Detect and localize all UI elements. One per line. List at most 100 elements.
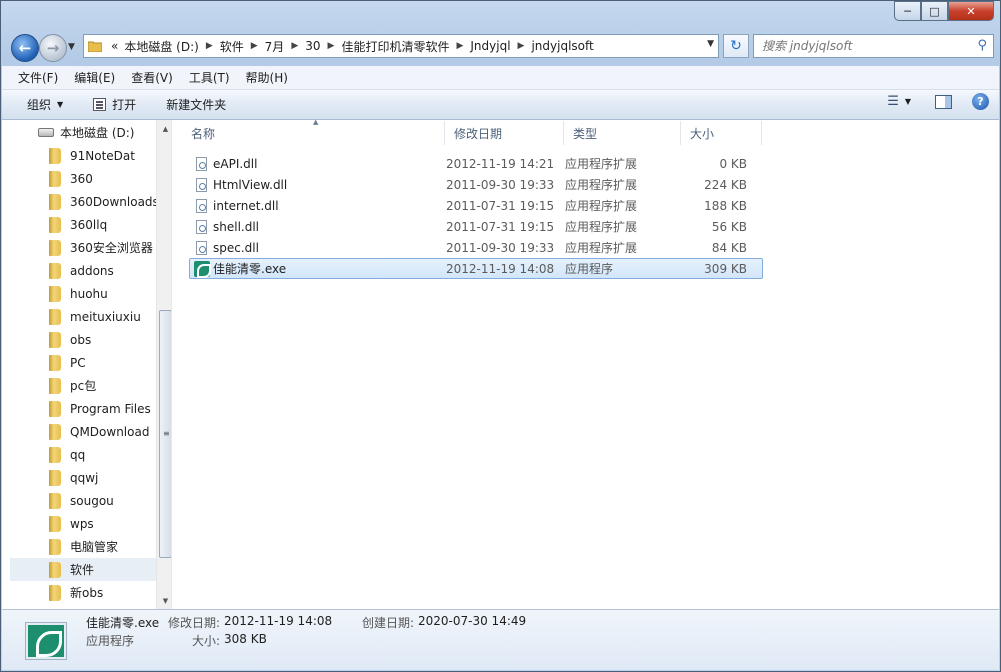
open-button[interactable]: 打开 [84,93,145,117]
folder-icon [49,148,61,164]
recent-pages-dropdown[interactable]: ▼ [68,42,75,52]
close-button[interactable]: ✕ [948,1,994,21]
file-row[interactable]: 佳能清零.exe 2012-11-19 14:08 应用程序 309 KB [189,258,763,279]
tree-folder-item[interactable]: Program Files [10,397,156,420]
column-header-date[interactable]: 修改日期 [445,121,564,145]
file-type: 应用程序扩展 [565,157,638,171]
breadcrumb-separator-icon[interactable]: ▶ [456,41,463,51]
breadcrumb-separator-icon[interactable]: ▶ [328,41,335,51]
menu-edit[interactable]: 编辑(E) [66,69,123,86]
tree-folder-item[interactable]: QMDownload [10,420,156,443]
view-options-dropdown[interactable]: ▼ [905,97,911,106]
search-input[interactable] [762,39,962,53]
file-date: 2012-11-19 14:08 [446,261,555,276]
tree-folder-item[interactable]: qqwj [10,466,156,489]
column-header-type[interactable]: 类型 [564,121,681,145]
file-size: 224 KB [704,177,747,192]
tree-folder-item[interactable]: pc包 [10,374,156,397]
toolbar-right: ☰ ▼ ? [887,93,989,110]
breadcrumb-separator-icon[interactable]: ▶ [518,41,525,51]
tree-folder-item[interactable]: sougou [10,489,156,512]
tree-folder-item[interactable]: 软件 [10,558,156,581]
tree-folder-item[interactable]: 360llq [10,213,156,236]
breadcrumb-separator-icon[interactable]: ▶ [251,41,258,51]
change-view-icon[interactable]: ☰ [887,94,899,109]
scroll-thumb[interactable]: ≡ [159,310,171,558]
file-row[interactable]: spec.dll 2011-09-30 19:33 应用程序扩展 84 KB [189,237,763,258]
folder-tree: 91NoteDat 360 360Downloads 360llq 360安全浏览器 ad… [10,144,159,604]
tree-folder-item[interactable]: 360 [10,167,156,190]
breadcrumb-july[interactable]: 7月 [265,38,285,55]
breadcrumb-overflow[interactable]: « [111,39,118,53]
file-type: 应用程序扩展 [565,178,638,192]
search-box[interactable]: ⚲ [753,34,994,58]
back-button[interactable]: ← [11,34,39,62]
breadcrumb-jndyjql[interactable]: Jndyjql [470,39,510,53]
folder-icon [49,194,61,210]
tree-folder-item[interactable]: obs [10,328,156,351]
tree-folder-item[interactable]: 新obs [10,581,156,604]
dll-file-icon [196,240,207,255]
tree-folder-item[interactable]: meituxiuxiu [10,305,156,328]
column-header-size[interactable]: 大小 [681,121,762,145]
refresh-button[interactable]: ↻ [723,34,749,58]
tree-folder-label: obs [70,332,92,347]
breadcrumb-drive[interactable]: 本地磁盘 (D:) [124,38,198,55]
details-pane: 佳能清零.exe 应用程序 修改日期: 2012-11-19 14:08 创建日… [2,609,999,670]
organize-button[interactable]: 组织 ▼ [18,93,72,117]
content-area: 本地磁盘 (D:) 91NoteDat 360 360Downloads 360llq… [2,118,999,609]
column-type-label: 类型 [573,126,598,141]
file-row[interactable]: HtmlView.dll 2011-09-30 19:33 应用程序扩展 224 KB [189,174,763,195]
file-row[interactable]: eAPI.dll 2012-11-19 14:21 应用程序扩展 0 KB [189,153,763,174]
breadcrumb-printer-reset[interactable]: 佳能打印机清零软件 [341,38,449,55]
tree-folder-item[interactable]: PC [10,351,156,374]
tree-drive-d[interactable]: 本地磁盘 (D:) [38,124,134,141]
minimize-button[interactable]: ─ [894,1,921,21]
breadcrumb-jndyjqlsoft[interactable]: jndyjqlsoft [531,39,593,53]
search-icon[interactable]: ⚲ [977,38,987,53]
tree-folder-item[interactable]: wps [10,512,156,535]
file-size: 0 KB [719,156,747,171]
back-arrow-icon: ← [18,39,32,57]
tree-folder-label: wps [70,516,94,531]
address-bar[interactable]: « 本地磁盘 (D:) ▶ 软件 ▶ 7月 ▶ 30 ▶ 佳能打印机清零软件 ▶ Jndy… [83,34,719,58]
forward-arrow-icon: → [46,39,60,57]
breadcrumb-separator-icon[interactable]: ▶ [206,41,213,51]
scroll-down-icon[interactable]: ▼ [157,592,171,609]
preview-pane-icon[interactable] [935,94,952,109]
file-name: 佳能清零.exe [213,262,287,276]
menu-tools[interactable]: 工具(T) [181,69,238,86]
open-icon [93,98,107,111]
breadcrumb-software[interactable]: 软件 [220,38,244,55]
menu-file[interactable]: 文件(F) [10,69,66,86]
breadcrumb-separator-icon[interactable]: ▶ [291,41,298,51]
tree-folder-item[interactable]: qq [10,443,156,466]
breadcrumb-30[interactable]: 30 [305,39,320,53]
address-dropdown-icon[interactable]: ▼ [707,39,714,49]
new-folder-button[interactable]: 新建文件夹 [157,93,235,117]
menu-help[interactable]: 帮助(H) [238,69,296,86]
navigation-scrollbar[interactable]: ▲ ≡ ▼ [156,120,171,609]
folder-icon [49,447,61,463]
file-row[interactable]: internet.dll 2011-07-31 19:15 应用程序扩展 188 KB [189,195,763,216]
tree-folder-label: 360安全浏览器 [70,241,153,255]
tree-folder-item[interactable]: huohu [10,282,156,305]
file-size: 56 KB [711,219,747,234]
forward-button[interactable]: → [39,34,67,62]
tree-folder-label: 360 [70,171,93,186]
tree-folder-item[interactable]: 91NoteDat [10,144,156,167]
dll-file-icon [196,198,207,213]
scroll-up-icon[interactable]: ▲ [157,120,171,137]
menu-view[interactable]: 查看(V) [123,69,181,86]
file-row[interactable]: shell.dll 2011-07-31 19:15 应用程序扩展 56 KB [189,216,763,237]
tree-folder-item[interactable]: 360安全浏览器 [10,236,156,259]
tree-folder-item[interactable]: addons [10,259,156,282]
tree-folder-label: 电脑管家 [70,540,119,554]
help-icon[interactable]: ? [972,93,989,110]
tree-folder-label: 新obs [70,586,104,600]
tree-folder-item[interactable]: 电脑管家 [10,535,156,558]
file-date: 2011-09-30 19:33 [446,240,555,255]
maximize-button[interactable]: □ [921,1,948,21]
address-row: ← → ▼ « 本地磁盘 (D:) ▶ 软件 ▶ 7月 ▶ 30 ▶ 佳能打印机清零软件… [11,32,994,62]
tree-folder-item[interactable]: 360Downloads [10,190,159,213]
